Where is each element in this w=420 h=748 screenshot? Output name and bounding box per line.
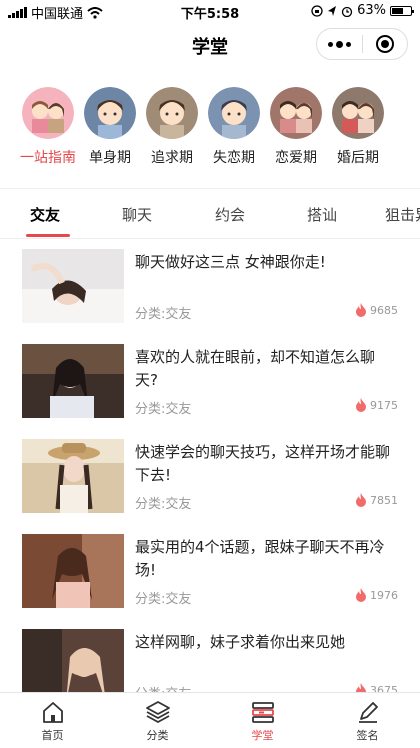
flame-icon [356,398,366,412]
article-title: 最实用的4个话题，跟妹子聊天不再冷场! [135,538,385,579]
view-count: 3675 [355,683,398,692]
article-item[interactable]: 聊天做好这三点 女神跟你走! 分类:交友 9685 [0,239,420,334]
view-count-value: 3675 [370,683,398,693]
tabbar-category[interactable]: 分类 [105,693,210,748]
article-thumbnail [22,249,124,323]
article-thumbnail [22,629,124,692]
tab-snipe[interactable]: 狙击异 [385,204,420,225]
pen-icon [358,702,378,723]
battery-percent: 63% [357,3,386,18]
article-title: 聊天做好这三点 女神跟你走! [135,253,326,271]
tabbar-label: 签名 [356,729,379,742]
couple-avatar-icon [22,87,74,139]
alarm-icon [341,6,353,17]
article-thumbnail [22,344,124,418]
location-icon [328,5,337,16]
battery-icon [390,5,414,16]
nav-bar: 学堂 [0,22,420,68]
category-label: 恋爱期 [275,150,317,166]
view-count-value: 7851 [370,493,398,507]
boy-avatar-icon [208,87,260,139]
article-category: 分类:交友 [135,402,192,417]
article-item[interactable]: 这样网聊，妹子求着你出来见她 分类:交友 3675 [0,619,420,692]
article-list: 聊天做好这三点 女神跟你走! 分类:交友 9685 喜欢的人就在眼前，却不知道怎… [0,239,420,692]
tab-approach[interactable]: 搭讪 [307,204,337,225]
view-count: 1976 [355,588,398,602]
category-label: 婚后期 [337,150,379,166]
article-category: 分类:交友 [135,497,192,512]
view-count-value: 1976 [370,588,398,602]
more-dots-icon [327,40,351,48]
tabbar-label: 首页 [41,729,64,742]
category-label: 一站指南 [20,150,76,166]
layers-icon [145,701,170,724]
tabbar-school[interactable]: 学堂 [210,693,315,748]
category-pursuing[interactable]: 追求期 [146,87,198,167]
category-list: 一站指南 单身期 追求期 失恋期 恋爱期 婚后期 [20,87,420,167]
article-item[interactable]: 喜欢的人就在眼前，却不知道怎么聊天? 分类:交友 9175 [0,334,420,429]
boy-avatar-icon [146,87,198,139]
target-close-icon [375,35,394,53]
view-count-value: 9175 [370,398,398,412]
tab-bar-top: 交友 聊天 约会 搭讪 狙击异 [0,190,420,238]
article-title: 这样网聊，妹子求着你出来见她 [135,633,346,651]
lock-rotation-icon [311,4,323,17]
article-thumbnail [22,534,124,608]
category-married[interactable]: 婚后期 [332,87,384,167]
category-in-love[interactable]: 恋爱期 [270,87,322,167]
status-bar: 中国联通 下午5:58 63% [0,0,420,22]
bottom-tab-bar: 首页 分类 学堂 签名 [0,692,420,748]
article-thumbnail [22,439,124,513]
article-category: 分类:交友 [135,592,192,607]
category-heartbroken[interactable]: 失恋期 [208,87,260,167]
article-item[interactable]: 最实用的4个话题，跟妹子聊天不再冷场! 分类:交友 1976 [0,524,420,619]
tabbar-label: 学堂 [251,729,274,742]
view-count-value: 9685 [370,303,398,317]
tab-chatting[interactable]: 聊天 [122,204,152,225]
category-single[interactable]: 单身期 [84,87,136,167]
article-category: 分类:交友 [135,307,192,322]
tabbar-signature[interactable]: 签名 [315,693,420,748]
couple-avatar-icon [270,87,322,139]
tab-dating[interactable]: 约会 [215,204,245,225]
view-count: 9175 [355,398,398,412]
boy-avatar-icon [84,87,136,139]
flame-icon [356,683,366,692]
category-guide[interactable]: 一站指南 [20,87,76,167]
category-label: 单身期 [89,150,131,166]
book-stack-icon [251,702,274,723]
article-item[interactable]: 快速学会的聊天技巧，这样开场才能聊下去! 分类:交友 7851 [0,429,420,524]
article-category: 分类:交友 [135,683,191,692]
flame-icon [356,493,366,507]
tab-active-indicator [26,234,70,237]
flame-icon [356,303,366,317]
tab-making-friends[interactable]: 交友 [30,204,60,225]
mini-program-capsule [316,28,408,60]
view-count: 7851 [355,493,398,507]
view-count: 9685 [355,303,398,317]
category-label: 追求期 [151,150,193,166]
article-title: 喜欢的人就在眼前，却不知道怎么聊天? [135,348,376,389]
flame-icon [356,588,366,602]
tabbar-home[interactable]: 首页 [0,693,105,748]
divider [0,188,420,189]
article-title: 快速学会的聊天技巧，这样开场才能聊下去! [135,443,391,484]
close-button[interactable] [363,29,408,59]
home-icon [42,702,63,723]
couple-avatar-icon [332,87,384,139]
tabbar-label: 分类 [146,729,169,742]
category-label: 失恋期 [213,150,255,166]
more-button[interactable] [317,29,362,59]
